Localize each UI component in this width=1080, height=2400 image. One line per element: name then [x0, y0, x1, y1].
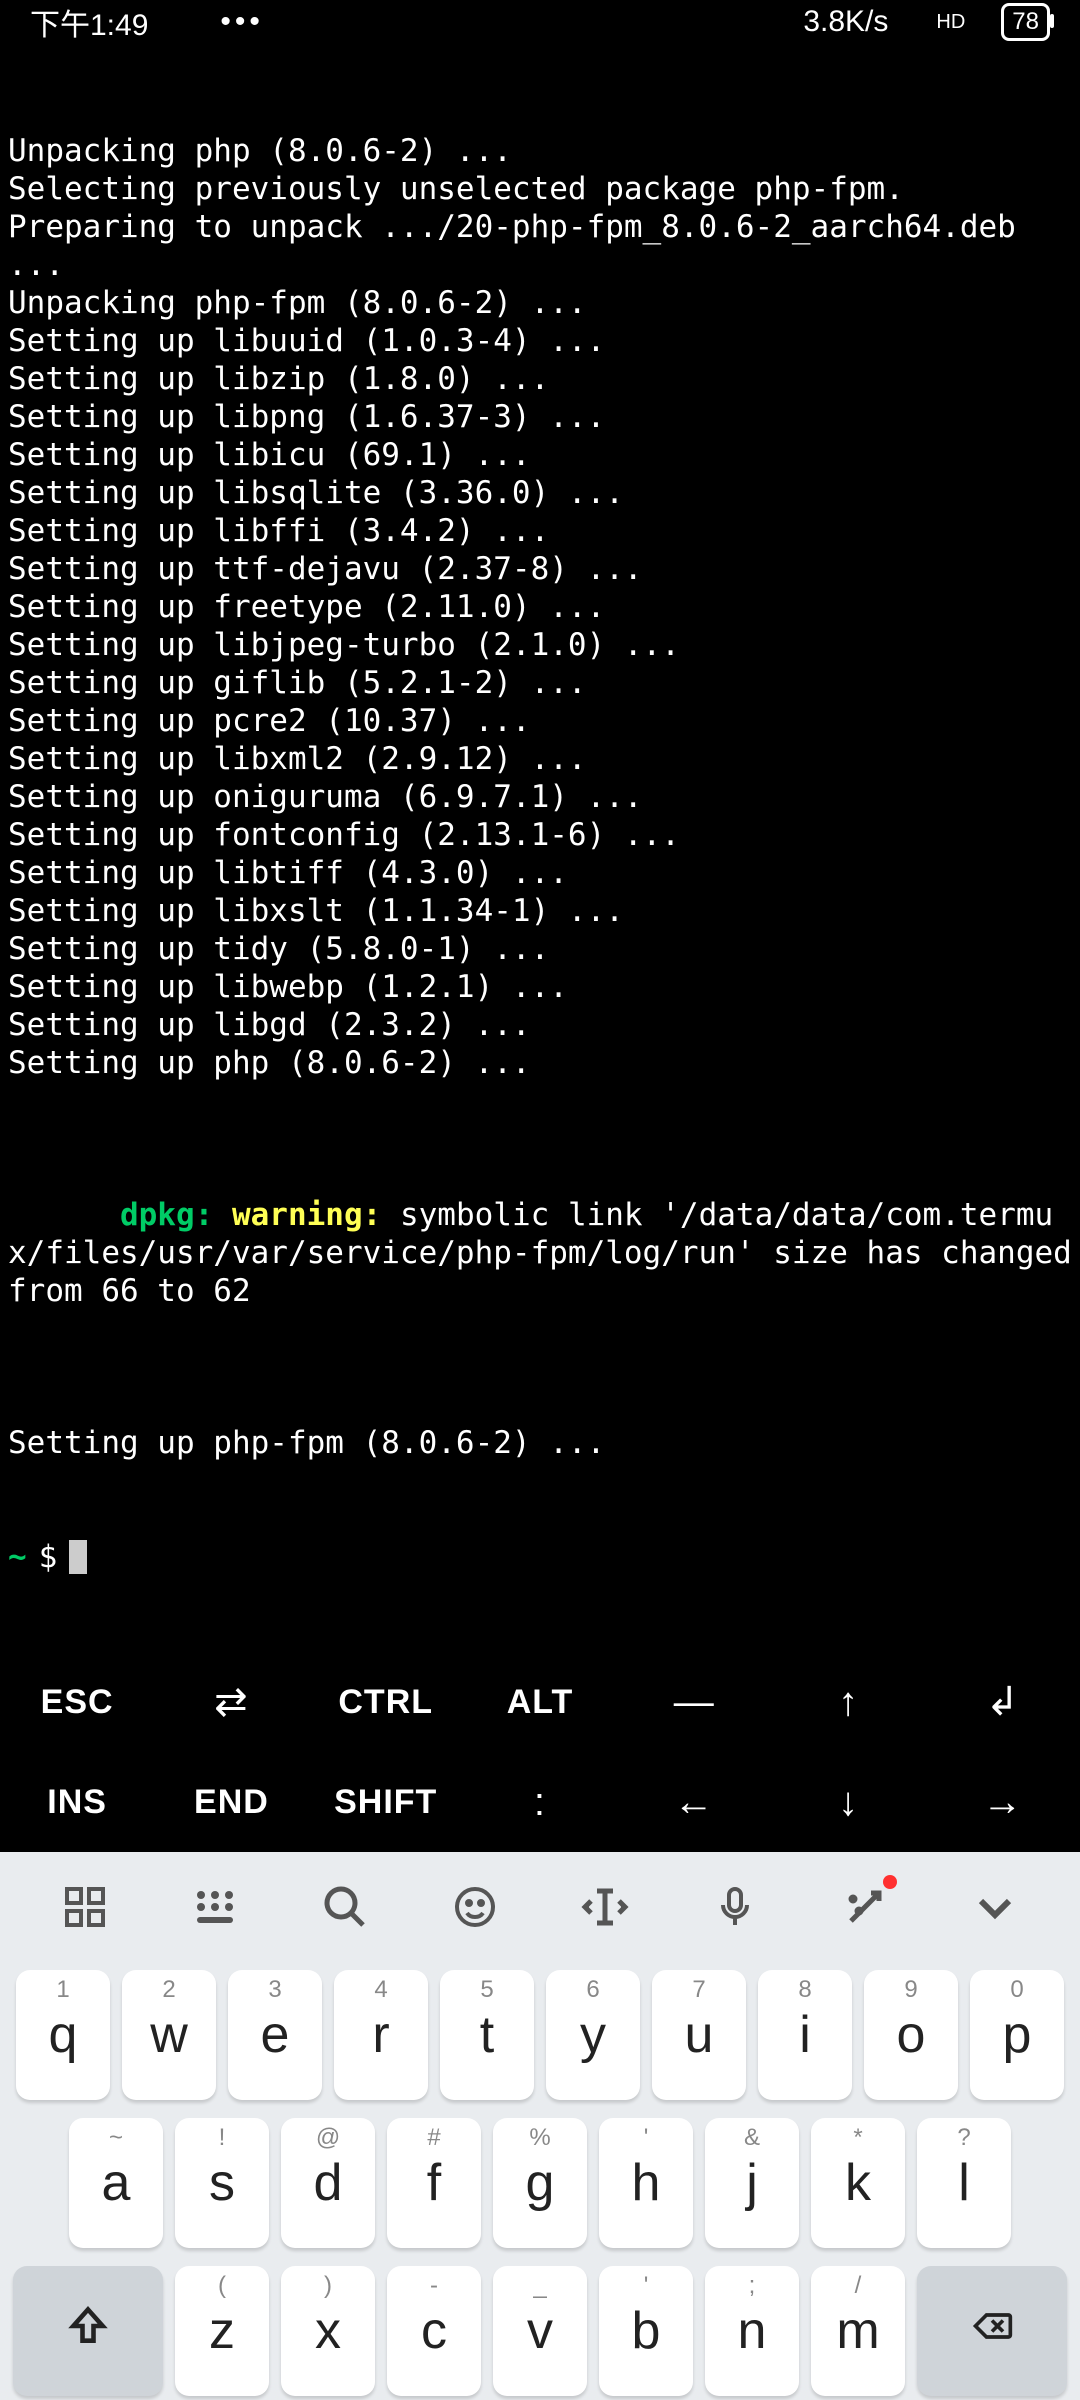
- key-j[interactable]: &j: [705, 2118, 799, 2248]
- magic-icon[interactable]: [835, 1877, 895, 1937]
- apps-icon[interactable]: [55, 1877, 115, 1937]
- terminal-line: Setting up pcre2 (10.37) ...: [8, 702, 1072, 740]
- key-l[interactable]: ?l: [917, 2118, 1011, 2248]
- key-z[interactable]: (z: [175, 2266, 269, 2396]
- terminal-line: Setting up tidy (5.8.0-1) ...: [8, 930, 1072, 968]
- key-y[interactable]: 6y: [546, 1970, 640, 2100]
- extra-key[interactable]: ←: [617, 1780, 771, 1825]
- key-a[interactable]: ~a: [69, 2118, 163, 2248]
- extra-key[interactable]: ↲: [926, 1679, 1080, 1725]
- prompt-line[interactable]: ~ $: [8, 1538, 1072, 1576]
- key-o[interactable]: 9o: [864, 1970, 958, 2100]
- key-h[interactable]: 'h: [599, 2118, 693, 2248]
- key-x[interactable]: )x: [281, 2266, 375, 2396]
- terminal-line: Setting up php-fpm (8.0.6-2) ...: [8, 1424, 1072, 1462]
- terminal-line: Setting up libsqlite (3.36.0) ...: [8, 474, 1072, 512]
- terminal-line: Setting up libxml2 (2.9.12) ...: [8, 740, 1072, 778]
- terminal-line: Preparing to unpack .../20-php-fpm_8.0.6…: [8, 208, 1072, 284]
- terminal-line: Setting up fontconfig (2.13.1-6) ...: [8, 816, 1072, 854]
- terminal-line: Setting up php (8.0.6-2) ...: [8, 1044, 1072, 1082]
- keyboard-layout-icon[interactable]: [185, 1877, 245, 1937]
- network-speed: 3.8K/s: [803, 5, 888, 39]
- key-k[interactable]: *k: [811, 2118, 905, 2248]
- key-d[interactable]: @d: [281, 2118, 375, 2248]
- shift-key[interactable]: [13, 2266, 163, 2396]
- cursor: [69, 1540, 87, 1574]
- extra-key[interactable]: INS: [0, 1783, 154, 1822]
- key-p[interactable]: 0p: [970, 1970, 1064, 2100]
- key-m[interactable]: /m: [811, 2266, 905, 2396]
- terminal-line: Setting up libpng (1.6.37-3) ...: [8, 398, 1072, 436]
- extra-key[interactable]: SHIFT: [309, 1783, 463, 1822]
- terminal-output[interactable]: Unpacking php (8.0.6-2) ...Selecting pre…: [0, 44, 1080, 1652]
- search-icon[interactable]: [315, 1877, 375, 1937]
- mic-icon[interactable]: [705, 1877, 765, 1937]
- key-s[interactable]: !s: [175, 2118, 269, 2248]
- keyboard-toolbar: [0, 1852, 1080, 1962]
- key-g[interactable]: %g: [493, 2118, 587, 2248]
- terminal-line: Setting up oniguruma (6.9.7.1) ...: [8, 778, 1072, 816]
- terminal-line: Setting up libuuid (1.0.3-4) ...: [8, 322, 1072, 360]
- extra-key[interactable]: —: [617, 1680, 771, 1725]
- extra-key[interactable]: ESC: [0, 1683, 154, 1722]
- prompt-dollar: $: [39, 1538, 58, 1576]
- key-v[interactable]: _v: [493, 2266, 587, 2396]
- extra-key[interactable]: ↑: [771, 1680, 925, 1725]
- terminal-line: Unpacking php (8.0.6-2) ...: [8, 132, 1072, 170]
- terminal-line: Setting up giflib (5.2.1-2) ...: [8, 664, 1072, 702]
- key-c[interactable]: -c: [387, 2266, 481, 2396]
- terminal-line: Setting up libicu (69.1) ...: [8, 436, 1072, 474]
- terminal-line: Setting up libxslt (1.1.34-1) ...: [8, 892, 1072, 930]
- key-q[interactable]: 1q: [16, 1970, 110, 2100]
- extra-key[interactable]: ↓: [771, 1780, 925, 1825]
- terminal-line: Setting up libwebp (1.2.1) ...: [8, 968, 1072, 1006]
- prompt-tilde: ~: [8, 1538, 27, 1576]
- terminal-line: Setting up libgd (2.3.2) ...: [8, 1006, 1072, 1044]
- terminal-line: Setting up libjpeg-turbo (2.1.0) ...: [8, 626, 1072, 664]
- terminal-line: Unpacking php-fpm (8.0.6-2) ...: [8, 284, 1072, 322]
- key-w[interactable]: 2w: [122, 1970, 216, 2100]
- cursor-control-icon[interactable]: [575, 1877, 635, 1937]
- extra-key[interactable]: ALT: [463, 1683, 617, 1722]
- terminal-line: Selecting previously unselected package …: [8, 170, 1072, 208]
- extra-key[interactable]: :: [463, 1780, 617, 1825]
- more-notifications-icon: •••: [220, 5, 264, 39]
- terminal-line: Setting up ttf-dejavu (2.37-8) ...: [8, 550, 1072, 588]
- key-t[interactable]: 5t: [440, 1970, 534, 2100]
- terminal-line: Setting up freetype (2.11.0) ...: [8, 588, 1072, 626]
- extra-key[interactable]: ⇄: [154, 1679, 308, 1725]
- extra-key[interactable]: END: [154, 1783, 308, 1822]
- status-bar: 下午1:49 ••• 3.8K/s HD: [0, 0, 1080, 44]
- key-i[interactable]: 8i: [758, 1970, 852, 2100]
- hd-label: HD: [936, 11, 965, 34]
- key-r[interactable]: 4r: [334, 1970, 428, 2100]
- key-e[interactable]: 3e: [228, 1970, 322, 2100]
- terminal-line: Setting up libzip (1.8.0) ...: [8, 360, 1072, 398]
- terminal-line: Setting up libffi (3.4.2) ...: [8, 512, 1072, 550]
- backspace-key[interactable]: [917, 2266, 1067, 2396]
- extra-key[interactable]: →: [926, 1780, 1080, 1825]
- status-time: 下午1:49: [30, 0, 148, 44]
- key-f[interactable]: #f: [387, 2118, 481, 2248]
- soft-keyboard: 1q2w3e4r5t6y7u8i9o0p ~a!s@d#f%g'h&j*k?l …: [0, 1852, 1080, 2400]
- termux-extra-keys: ESC⇄CTRLALT—↑↲ INSENDSHIFT:←↓→: [0, 1652, 1080, 1852]
- key-n[interactable]: ;n: [705, 2266, 799, 2396]
- warning-label: warning:: [232, 1197, 381, 1233]
- collapse-icon[interactable]: [965, 1877, 1025, 1937]
- battery-icon: 78: [1001, 3, 1050, 41]
- key-b[interactable]: 'b: [599, 2266, 693, 2396]
- dpkg-label: dpkg:: [120, 1197, 213, 1233]
- key-u[interactable]: 7u: [652, 1970, 746, 2100]
- emoji-icon[interactable]: [445, 1877, 505, 1937]
- extra-key[interactable]: CTRL: [309, 1683, 463, 1722]
- terminal-line: Setting up libtiff (4.3.0) ...: [8, 854, 1072, 892]
